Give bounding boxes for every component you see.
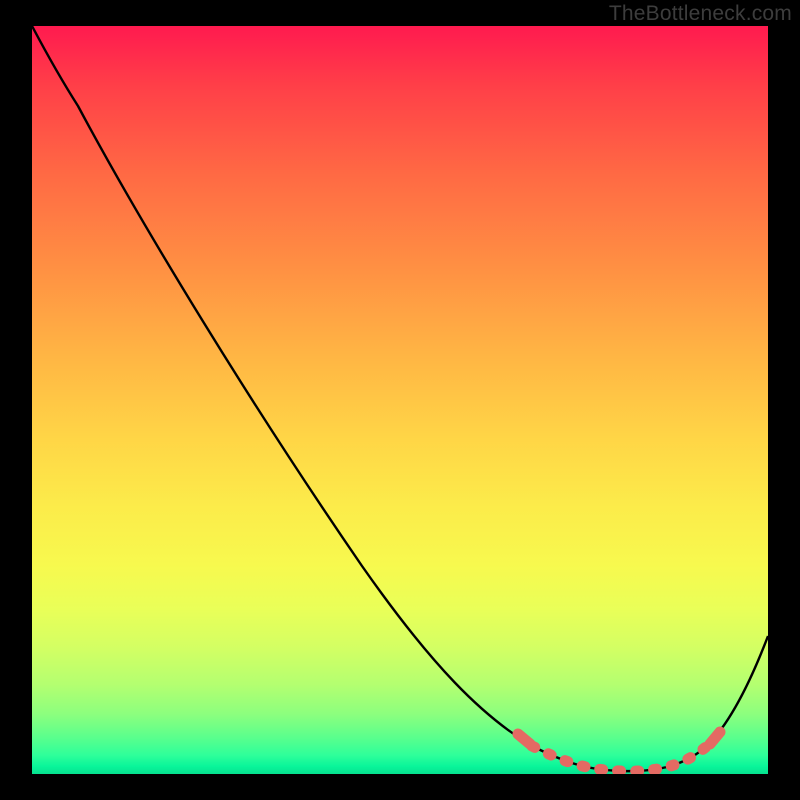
chart-frame: TheBottleneck.com [0, 0, 800, 800]
chart-svg [32, 26, 768, 774]
main-curve [32, 26, 768, 771]
highlight-end-left [518, 734, 530, 744]
watermark-text: TheBottleneck.com [609, 2, 792, 26]
highlight-end-right [710, 732, 720, 744]
